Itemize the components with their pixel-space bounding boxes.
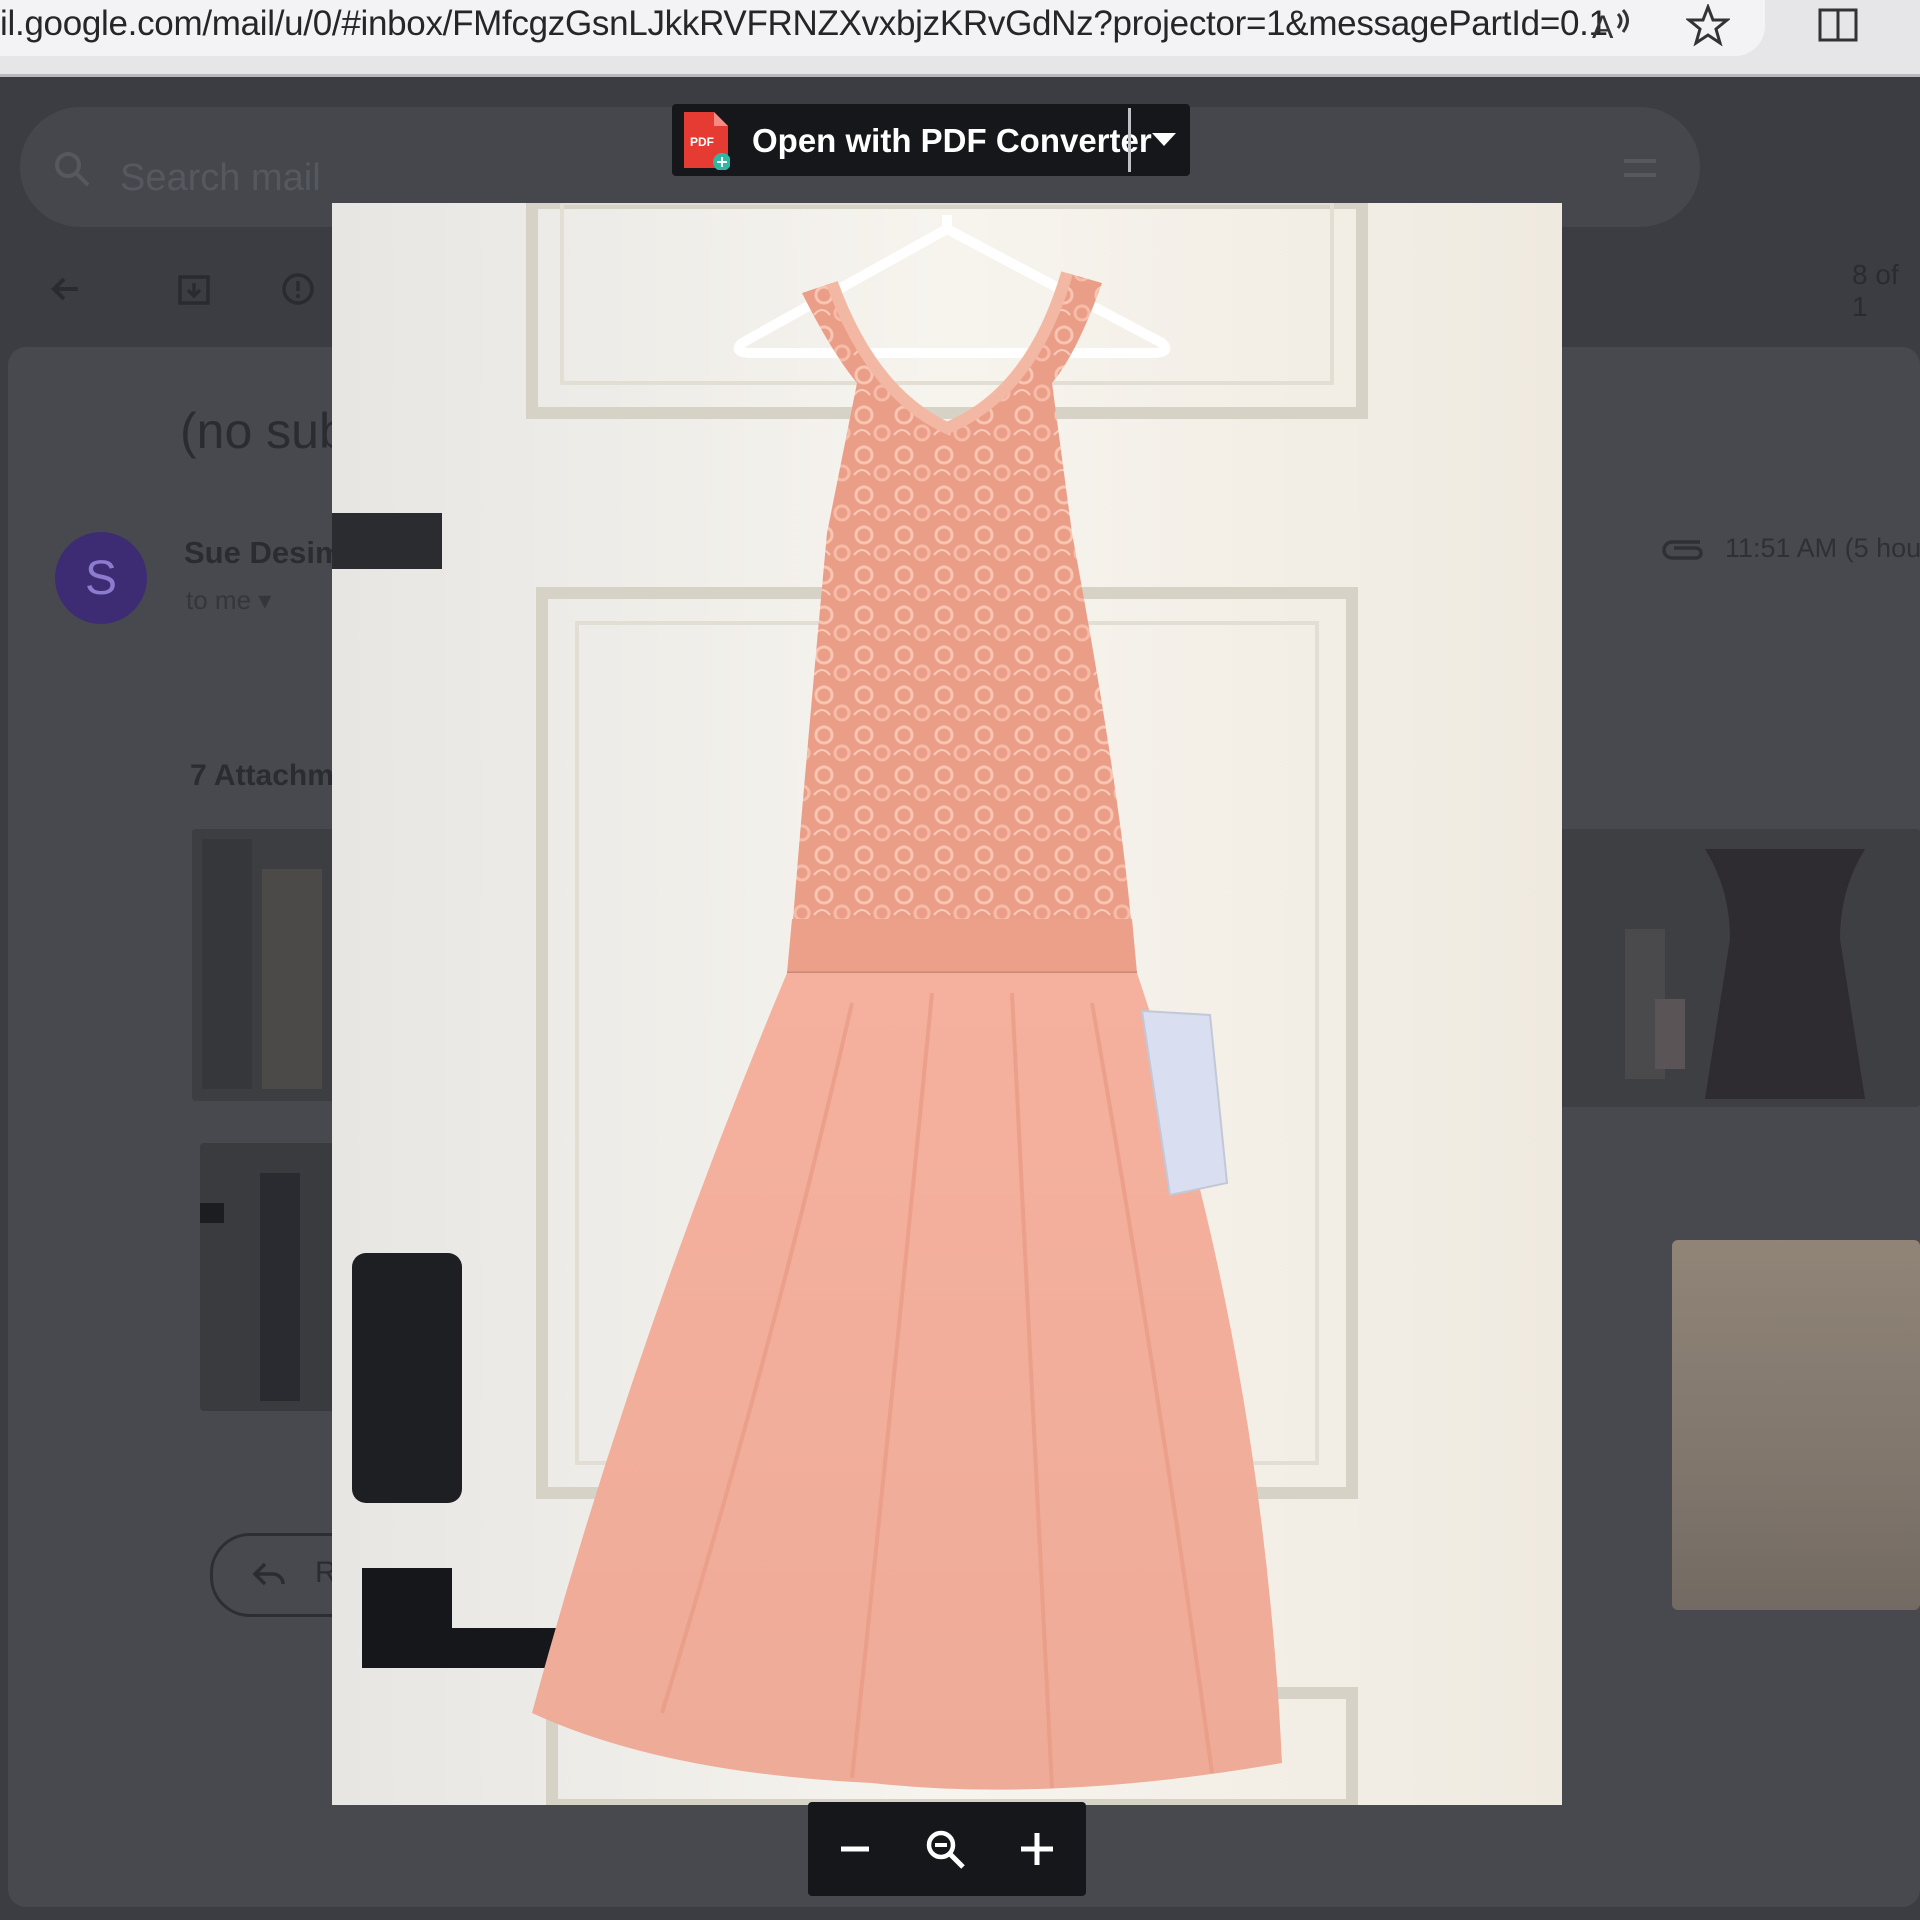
attachment-thumbnail[interactable]	[192, 829, 342, 1101]
recipient-text: to me	[186, 585, 252, 615]
url-text: il.google.com/mail/u/0/#inbox/FMfcgzGsnL…	[0, 4, 1608, 43]
attachment-clip-icon	[1660, 531, 1704, 567]
search-input[interactable]: Search mail	[120, 157, 321, 200]
zoom-reset-icon[interactable]	[912, 1816, 978, 1882]
archive-icon[interactable]	[172, 267, 216, 311]
attachment-thumbnail[interactable]	[1555, 829, 1920, 1107]
attachment-image-preview	[332, 197, 1562, 1811]
zoom-controls	[808, 1802, 1086, 1896]
pdf-file-icon: PDF	[682, 110, 731, 171]
pdf-badge-text: PDF	[690, 135, 714, 149]
avatar-letter: S	[84, 551, 117, 605]
zoom-in-icon[interactable]	[1004, 1816, 1070, 1882]
attachments-label: 7 Attachm	[190, 759, 334, 792]
zoom-out-icon[interactable]	[822, 1816, 888, 1882]
url-field[interactable]: il.google.com/mail/u/0/#inbox/FMfcgzGsnL…	[0, 0, 1765, 56]
read-aloud-icon[interactable]: A	[1588, 2, 1636, 50]
split-screen-icon[interactable]	[1814, 2, 1862, 50]
report-spam-icon[interactable]	[276, 267, 320, 311]
open-with-button[interactable]: PDF Open with PDF Converter	[672, 104, 1190, 176]
screen-reflection	[1672, 1240, 1920, 1610]
message-timestamp: 11:51 AM (5 hou	[1725, 533, 1920, 563]
filter-icon[interactable]	[1618, 147, 1662, 191]
open-with-divider	[1128, 108, 1131, 172]
svg-text:A: A	[1592, 9, 1614, 45]
chevron-down-icon: ▾	[258, 585, 272, 615]
attachment-thumbnail[interactable]	[200, 1143, 352, 1411]
star-icon[interactable]	[1684, 2, 1732, 50]
browser-address-bar: il.google.com/mail/u/0/#inbox/FMfcgzGsnL…	[0, 0, 1920, 77]
dress-photo	[332, 197, 1562, 1811]
open-with-label: Open with PDF Converter	[752, 122, 1152, 159]
back-arrow-icon[interactable]	[44, 267, 88, 311]
message-subject: (no sub	[180, 403, 347, 459]
search-icon	[50, 147, 94, 191]
sender-name[interactable]: Sue Desim	[184, 535, 343, 571]
message-counter: 8 of 1	[1852, 259, 1899, 322]
recipient-line[interactable]: to me ▾	[186, 585, 271, 616]
chevron-down-icon[interactable]	[1142, 116, 1186, 164]
avatar[interactable]: S	[55, 532, 147, 624]
reply-arrow-icon	[249, 1556, 289, 1592]
